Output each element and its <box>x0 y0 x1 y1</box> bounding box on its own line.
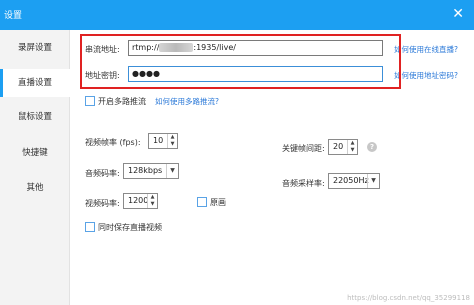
chevron-down-icon[interactable]: ▼ <box>166 164 178 178</box>
fps-spin-icon[interactable]: ▲ ▼ <box>167 134 177 148</box>
sample-rate-value: 22050Hz <box>333 176 369 185</box>
save-live-video-label: 同时保存直播视频 <box>98 223 162 232</box>
settings-sidebar: 录屏设置 直播设置 鼠标设置 快捷键 其他 <box>0 30 70 305</box>
window-title: 设置 <box>4 11 23 21</box>
keyframe-label: 关键帧间距: <box>282 144 325 153</box>
chevron-down-icon[interactable]: ▼ <box>367 174 379 188</box>
video-bitrate-value: 1200 <box>128 196 149 205</box>
sidebar-item-recording[interactable]: 录屏设置 <box>0 34 70 62</box>
multi-stream-checkbox[interactable] <box>85 96 95 106</box>
online-live-help-link[interactable]: 如何使用在线直播? <box>394 44 458 55</box>
sample-rate-label: 音频采样率: <box>282 179 325 188</box>
title-bar: 设置 ✕ <box>0 0 474 30</box>
audio-bitrate-value: 128kbps <box>128 166 163 175</box>
sidebar-item-mouse[interactable]: 鼠标设置 <box>0 103 70 131</box>
audio-bitrate-select[interactable]: 128kbps ▼ <box>123 163 179 179</box>
watermark: https://blog.csdn.net/qq_35299118 <box>347 294 470 302</box>
audio-bitrate-label: 音频码率: <box>85 169 120 178</box>
keyframe-spin-icon[interactable]: ▲ ▼ <box>347 140 357 154</box>
original-quality-label: 原画 <box>210 198 226 207</box>
video-bitrate-label: 视频码率: <box>85 199 120 208</box>
sidebar-item-hotkeys[interactable]: 快捷键 <box>0 139 70 167</box>
sample-rate-select[interactable]: 22050Hz ▼ <box>328 173 380 189</box>
save-live-video-checkbox[interactable] <box>85 222 95 232</box>
close-icon[interactable]: ✕ <box>452 5 464 23</box>
fps-stepper[interactable]: 10 ▲ ▼ <box>148 133 178 149</box>
fps-label: 视频帧率 (fps): <box>85 138 141 147</box>
sidebar-item-other[interactable]: 其他 <box>0 174 70 202</box>
stream-key-help-link[interactable]: 如何使用地址密码? <box>394 70 458 81</box>
help-icon[interactable]: ? <box>367 142 377 152</box>
video-bitrate-spin-icon[interactable]: ▲ ▼ <box>147 194 157 208</box>
video-bitrate-stepper[interactable]: 1200 ▲ ▼ <box>123 193 158 209</box>
keyframe-stepper[interactable]: 20 ▲ ▼ <box>328 139 358 155</box>
original-quality-checkbox[interactable] <box>197 197 207 207</box>
multi-stream-help-link[interactable]: 如何使用多路推流? <box>155 96 219 107</box>
sidebar-item-live[interactable]: 直播设置 <box>0 69 70 97</box>
highlight-box <box>80 34 401 89</box>
fps-value: 10 <box>153 136 164 145</box>
keyframe-value: 20 <box>333 142 344 151</box>
multi-stream-label: 开启多路推流 <box>98 97 146 106</box>
